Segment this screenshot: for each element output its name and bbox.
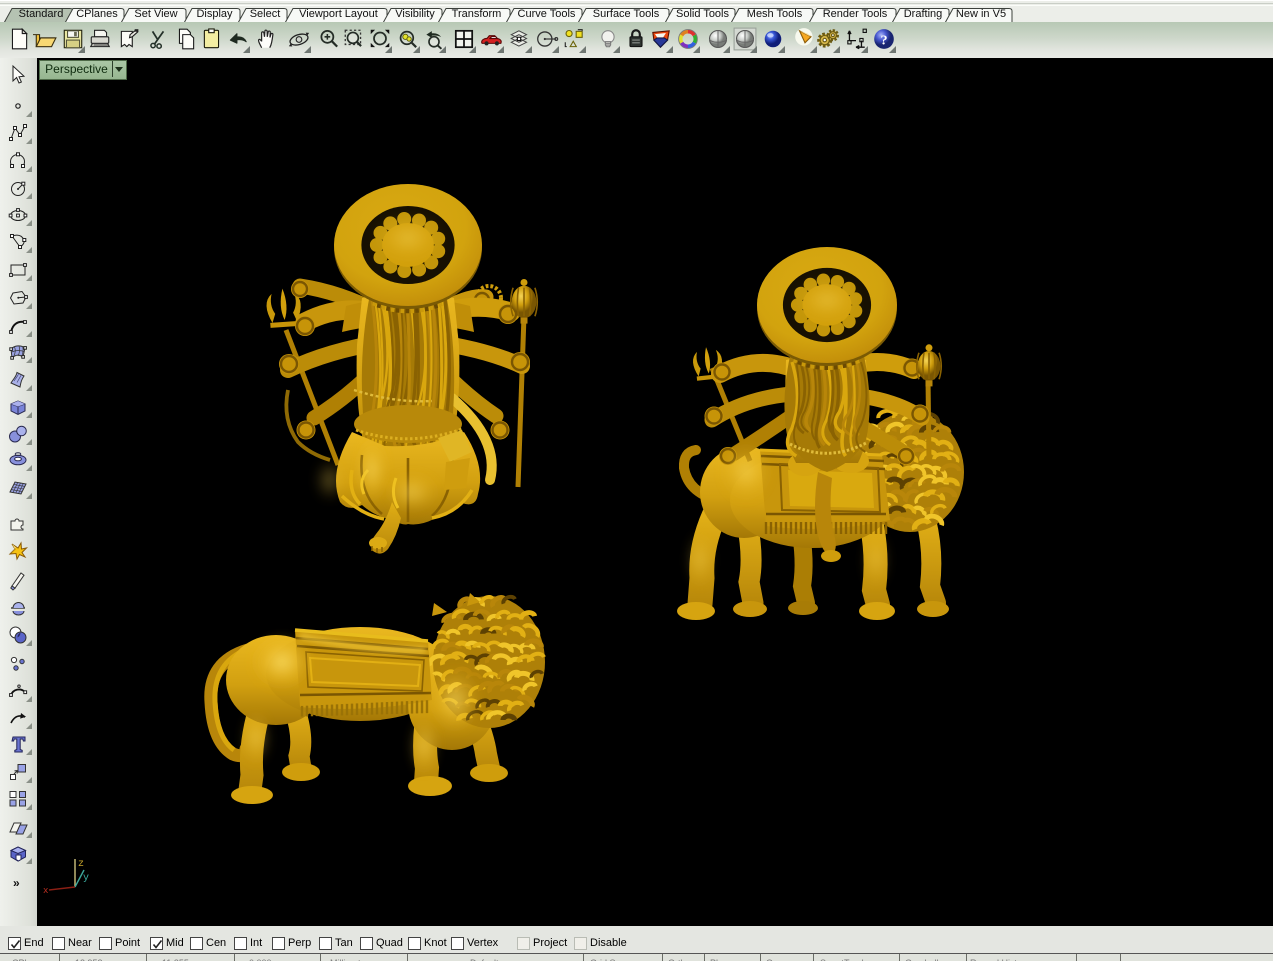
- svg-text:y: y: [83, 873, 89, 884]
- svg-text:z: z: [78, 859, 84, 870]
- svg-text:x: x: [43, 886, 48, 896]
- svg-text:?: ?: [880, 32, 887, 48]
